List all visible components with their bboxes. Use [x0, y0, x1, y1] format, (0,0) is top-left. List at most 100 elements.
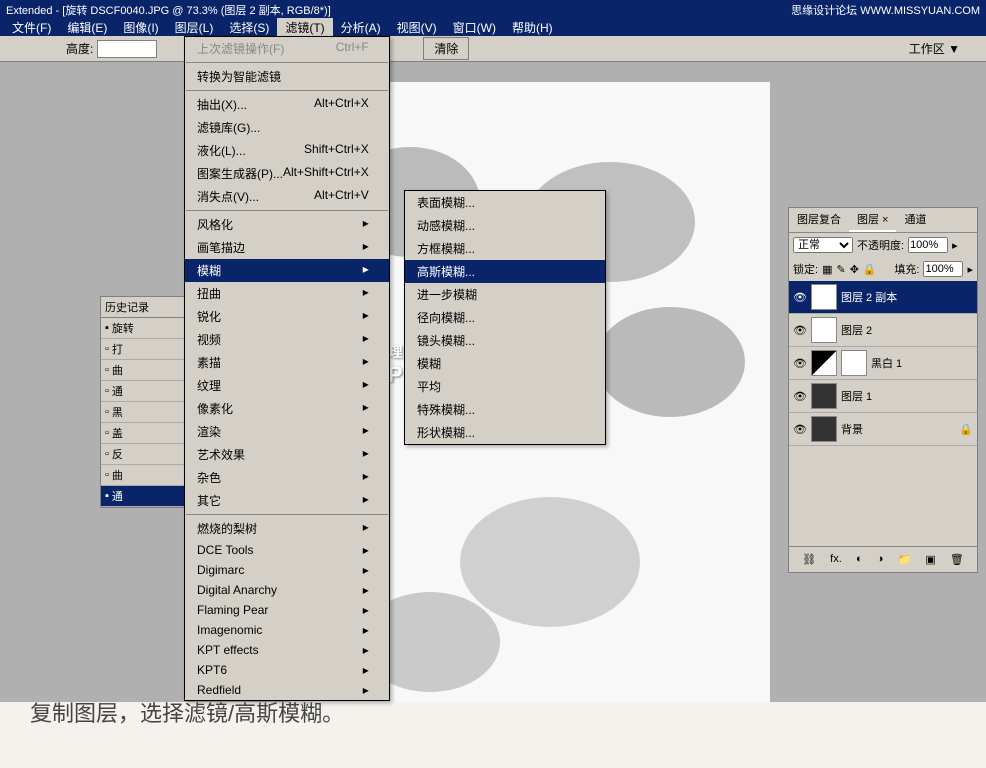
lock-move-icon[interactable]: ✥: [850, 263, 859, 276]
menu-plugin[interactable]: 燃烧的梨树▸: [185, 517, 389, 540]
menu-texture[interactable]: 纹理▸: [185, 374, 389, 397]
menu-distort[interactable]: 扭曲▸: [185, 282, 389, 305]
menu-edit[interactable]: 编辑(E): [59, 18, 115, 36]
new-layer-icon[interactable]: ▣: [925, 553, 935, 566]
menu-image[interactable]: 图像(I): [115, 18, 166, 36]
lock-transparency-icon[interactable]: ▦: [822, 263, 832, 276]
visibility-icon[interactable]: 👁: [793, 357, 807, 370]
menu-plugin[interactable]: Digital Anarchy▸: [185, 580, 389, 600]
menu-plugin[interactable]: Flaming Pear▸: [185, 600, 389, 620]
visibility-icon[interactable]: 👁: [793, 291, 807, 304]
menu-analysis[interactable]: 分析(A): [333, 18, 389, 36]
link-icon[interactable]: ⛓: [802, 553, 816, 566]
tab-channels[interactable]: 通道: [896, 208, 934, 232]
layer-row[interactable]: 👁 图层 2: [789, 314, 977, 347]
fx-icon[interactable]: fx.: [830, 553, 842, 566]
menu-pattern[interactable]: 图案生成器(P)...Alt+Shift+Ctrl+X: [185, 162, 389, 185]
menu-smart-filter[interactable]: 转换为智能滤镜: [185, 65, 389, 88]
history-item[interactable]: ▫黑: [101, 402, 189, 423]
menu-surface-blur[interactable]: 表面模糊...: [405, 191, 605, 214]
menu-help[interactable]: 帮助(H): [504, 18, 561, 36]
title-text: Extended - [旋转 DSCF0040.JPG @ 73.3% (图层 …: [6, 2, 331, 16]
history-item[interactable]: ▫曲: [101, 360, 189, 381]
menu-lens-blur[interactable]: 镜头模糊...: [405, 329, 605, 352]
trash-icon[interactable]: 🗑: [950, 553, 964, 566]
blend-mode-select[interactable]: 正常: [793, 237, 853, 253]
toolbar: 高度: 清除 工作区 ▼: [0, 36, 986, 62]
layer-row[interactable]: 👁 背景 🔒: [789, 413, 977, 446]
history-item[interactable]: ▪旋转: [101, 318, 189, 339]
tab-layers[interactable]: 图层 ×: [849, 208, 896, 232]
workspace-dropdown[interactable]: 工作区 ▼: [909, 40, 960, 57]
opacity-input[interactable]: [908, 237, 948, 253]
menu-sketch[interactable]: 素描▸: [185, 351, 389, 374]
layer-row[interactable]: 👁 黑白 1: [789, 347, 977, 380]
height-input[interactable]: [97, 40, 157, 58]
menu-pixelate[interactable]: 像素化▸: [185, 397, 389, 420]
menu-sharpen[interactable]: 锐化▸: [185, 305, 389, 328]
opacity-label: 不透明度:: [857, 237, 904, 253]
menu-plugin[interactable]: KPT effects▸: [185, 640, 389, 660]
menu-video[interactable]: 视频▸: [185, 328, 389, 351]
visibility-icon[interactable]: 👁: [793, 423, 807, 436]
menu-motion-blur[interactable]: 动感模糊...: [405, 214, 605, 237]
menu-box-blur[interactable]: 方框模糊...: [405, 237, 605, 260]
tab-layer-comp[interactable]: 图层复合: [789, 208, 849, 232]
layer-name: 图层 1: [841, 388, 872, 404]
menu-plugin[interactable]: KPT6▸: [185, 660, 389, 680]
menu-radial-blur[interactable]: 径向模糊...: [405, 306, 605, 329]
menu-artistic[interactable]: 艺术效果▸: [185, 443, 389, 466]
menu-other[interactable]: 其它▸: [185, 489, 389, 512]
menu-render[interactable]: 渲染▸: [185, 420, 389, 443]
menu-window[interactable]: 窗口(W): [445, 18, 504, 36]
layer-row[interactable]: 👁 图层 2 副本: [789, 281, 977, 314]
menu-blur-basic[interactable]: 模糊: [405, 352, 605, 375]
history-panel: 历史记录 ▪旋转 ▫打 ▫曲 ▫通 ▫黑 ▫盖 ▫反 ▫曲 ▪通: [100, 296, 190, 508]
history-tab[interactable]: 历史记录: [101, 297, 189, 318]
menu-filter[interactable]: 滤镜(T): [277, 18, 332, 36]
menu-further-blur[interactable]: 进一步模糊: [405, 283, 605, 306]
layer-name: 黑白 1: [871, 355, 902, 371]
menu-liquify[interactable]: 液化(L)...Shift+Ctrl+X: [185, 139, 389, 162]
menu-blur[interactable]: 模糊▸: [185, 259, 389, 282]
history-item[interactable]: ▫盖: [101, 423, 189, 444]
folder-icon[interactable]: 📁: [898, 553, 912, 566]
history-item[interactable]: ▫反: [101, 444, 189, 465]
layer-thumbnail: [811, 350, 837, 376]
fill-label: 填充:: [894, 261, 919, 277]
menu-plugin[interactable]: Imagenomic▸: [185, 620, 389, 640]
history-item[interactable]: ▪通: [101, 486, 189, 507]
menu-plugin[interactable]: DCE Tools▸: [185, 540, 389, 560]
menu-stylize[interactable]: 风格化▸: [185, 213, 389, 236]
mask-icon[interactable]: ◐: [856, 553, 863, 566]
menu-brush[interactable]: 画笔描边▸: [185, 236, 389, 259]
menu-plugin[interactable]: Digimarc▸: [185, 560, 389, 580]
history-item[interactable]: ▫通: [101, 381, 189, 402]
history-item[interactable]: ▫曲: [101, 465, 189, 486]
menu-special-blur[interactable]: 特殊模糊...: [405, 398, 605, 421]
menu-extract[interactable]: 抽出(X)...Alt+Ctrl+X: [185, 93, 389, 116]
visibility-icon[interactable]: 👁: [793, 390, 807, 403]
clear-button[interactable]: 清除: [423, 37, 469, 60]
fill-input[interactable]: [923, 261, 963, 277]
menu-vanish[interactable]: 消失点(V)...Alt+Ctrl+V: [185, 185, 389, 208]
chevron-icon[interactable]: ▸: [952, 239, 958, 252]
lock-brush-icon[interactable]: ✎: [836, 263, 845, 276]
menu-average[interactable]: 平均: [405, 375, 605, 398]
menu-file[interactable]: 文件(F): [4, 18, 59, 36]
menu-gallery[interactable]: 滤镜库(G)...: [185, 116, 389, 139]
menu-select[interactable]: 选择(S): [221, 18, 277, 36]
layer-row[interactable]: 👁 图层 1: [789, 380, 977, 413]
adjustment-icon[interactable]: ◑: [877, 553, 884, 566]
visibility-icon[interactable]: 👁: [793, 324, 807, 337]
menu-view[interactable]: 视图(V): [389, 18, 445, 36]
menu-noise[interactable]: 杂色▸: [185, 466, 389, 489]
layer-thumbnail: [811, 383, 837, 409]
height-label: 高度:: [66, 40, 93, 57]
history-item[interactable]: ▫打: [101, 339, 189, 360]
menu-gaussian-blur[interactable]: 高斯模糊...: [405, 260, 605, 283]
menu-shape-blur[interactable]: 形状模糊...: [405, 421, 605, 444]
chevron-icon[interactable]: ▸: [967, 263, 973, 276]
menu-layer[interactable]: 图层(L): [167, 18, 222, 36]
lock-all-icon[interactable]: 🔒: [863, 263, 877, 276]
